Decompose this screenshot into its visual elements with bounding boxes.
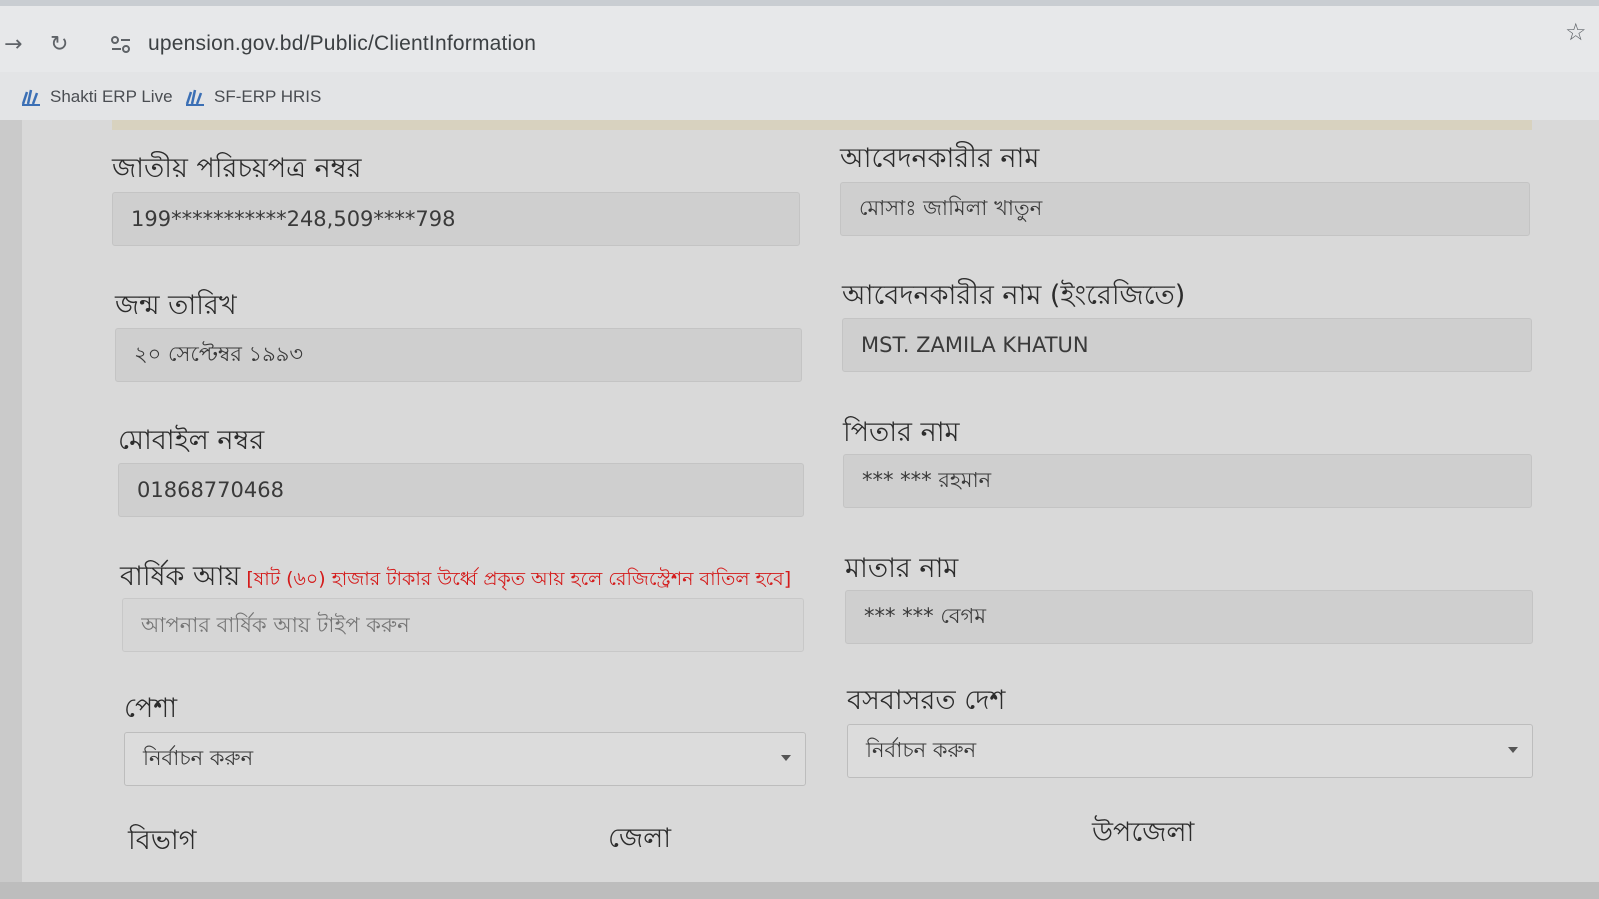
mother-name-field[interactable]: *** *** বেগম [845,590,1533,644]
page-left-edge [0,120,22,899]
chevron-down-icon [781,755,791,761]
chevron-down-icon [1508,747,1518,753]
shakti-logo-icon [21,89,40,106]
country-select[interactable]: নির্বাচন করুন [847,724,1533,778]
nid-field[interactable]: 199***********248,509****798 [112,192,800,246]
nid-label: জাতীয় পরিচয়পত্র নম্বর [112,153,362,184]
father-name-field[interactable]: *** *** রহমান [843,454,1532,508]
country-label: বসবাসরত দেশ [847,685,1006,716]
url-text: upension.gov.bd/Public/ClientInformation [148,32,537,55]
occupation-label: পেশা [124,693,178,724]
address-bar: → ↻ upension.gov.bd/Public/ClientInforma… [0,6,1599,72]
dob-label: জন্ম তারিখ [115,290,237,321]
bookmark-label: Shakti ERP Live [50,87,173,106]
bookmarks-bar: Shakti ERP Live SF-ERP HRIS [0,72,1599,120]
bookmark-shakti-erp-live[interactable]: Shakti ERP Live [20,84,173,110]
shakti-logo-icon [185,89,204,106]
client-information-page: জাতীয় পরিচয়পত্র নম্বর 199***********24… [0,120,1599,899]
bookmark-label: SF-ERP HRIS [214,87,322,106]
bookmark-sf-erp-hris[interactable]: SF-ERP HRIS [184,84,321,110]
division-label: বিভাগ [128,825,197,856]
country-selected: নির্বাচন করুন [866,737,977,762]
district-label: জেলা [608,823,672,854]
applicant-name-en-field[interactable]: MST. ZAMILA KHATUN [842,318,1532,372]
mother-name-label: মাতার নাম [845,553,959,584]
mobile-label: মোবাইল নম্বর [118,425,265,456]
upazila-label: উপজেলা [1092,817,1195,848]
father-name-label: পিতার নাম [843,417,960,448]
mobile-field[interactable]: 01868770468 [118,463,804,517]
url-box[interactable]: upension.gov.bd/Public/ClientInformation [100,24,1520,66]
annual-income-label-text: বার্ষিক আয় [120,561,241,592]
forward-icon[interactable]: → [4,34,22,56]
form-top-border [112,120,1532,130]
applicant-name-field[interactable]: মোসাঃ জামিলা খাতুন [840,182,1530,236]
annual-income-warning: [ষাট (৬০) হাজার টাকার উর্ধ্বে প্রকৃত আয়… [246,568,792,590]
site-settings-icon[interactable] [110,34,132,56]
occupation-select[interactable]: নির্বাচন করুন [124,732,806,786]
dob-field[interactable]: ২০ সেপ্টেম্বর ১৯৯৩ [115,328,802,382]
applicant-name-en-label: আবেদনকারীর নাম (ইংরেজিতে) [842,280,1186,311]
applicant-name-label: আবেদনকারীর নাম [840,143,1040,174]
annual-income-input[interactable] [122,598,804,652]
bookmark-star-icon[interactable]: ☆ [1565,18,1587,46]
occupation-selected: নির্বাচন করুন [143,745,254,770]
annual-income-label: বার্ষিক আয় [ষাট (৬০) হাজার টাকার উর্ধ্বে… [120,556,791,601]
reload-icon[interactable]: ↻ [50,34,68,56]
page-bottom-edge [0,882,1599,899]
